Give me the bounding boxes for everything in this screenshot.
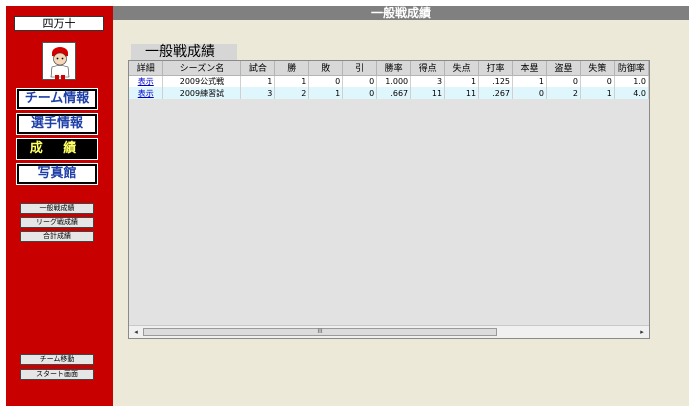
scroll-track[interactable]: III xyxy=(143,328,635,336)
horizontal-scrollbar[interactable]: ◂ III ▸ xyxy=(129,325,649,338)
nav-photo-gallery-button[interactable]: 写真館 xyxy=(16,163,98,185)
column-header[interactable]: 得点 xyxy=(410,61,446,76)
table-cell: 0 xyxy=(512,87,547,99)
column-header[interactable]: 勝率 xyxy=(376,61,412,76)
table-row: 表示 2009練習試 3 2 1 0 .667 11 11 .267 0 2 1… xyxy=(129,87,649,99)
column-header[interactable]: 防御率 xyxy=(614,61,649,76)
main-content: 一般戦成績 詳細 シーズン名 試合 勝 敗 引 勝率 得点 失点 打率 本塁 盗… xyxy=(113,20,689,406)
results-grid: 詳細 シーズン名 試合 勝 敗 引 勝率 得点 失点 打率 本塁 盗塁 失策 防… xyxy=(128,60,650,339)
player-avatar-icon xyxy=(42,42,76,80)
table-cell: 1 xyxy=(240,75,276,87)
table-cell: 1 xyxy=(512,75,547,87)
column-header[interactable]: 失点 xyxy=(444,61,480,76)
table-cell: 11 xyxy=(444,87,480,99)
table-cell: .267 xyxy=(478,87,514,99)
table-cell: 0 xyxy=(308,75,344,87)
app-window: 四万十 チーム情報 選手情報 成 績 写真館 一般戦成績 リーグ戦成績 合計成績… xyxy=(6,6,689,406)
table-cell: 3 xyxy=(240,87,276,99)
table-cell: 0 xyxy=(580,75,615,87)
page-title: 一般戦成績 xyxy=(370,6,431,20)
column-header[interactable]: 勝 xyxy=(274,61,310,76)
table-cell: 1 xyxy=(274,75,310,87)
team-move-button[interactable]: チーム移動 xyxy=(20,354,94,365)
column-header[interactable]: シーズン名 xyxy=(162,61,242,76)
table-header-row: 詳細 シーズン名 試合 勝 敗 引 勝率 得点 失点 打率 本塁 盗塁 失策 防… xyxy=(129,61,649,76)
table-cell: 4.0 xyxy=(614,87,649,99)
table-cell: 2 xyxy=(546,87,581,99)
column-header[interactable]: 失策 xyxy=(580,61,615,76)
start-screen-button[interactable]: スタート画面 xyxy=(20,369,94,380)
total-results-button[interactable]: 合計成績 xyxy=(20,231,94,242)
nav-results-button[interactable]: 成 績 xyxy=(16,138,98,160)
table-cell: 3 xyxy=(410,75,446,87)
table-cell: 0 xyxy=(342,75,378,87)
sidebar: 四万十 チーム情報 選手情報 成 績 写真館 一般戦成績 リーグ戦成績 合計成績… xyxy=(6,6,113,406)
season-name-cell: 2009練習試 xyxy=(162,87,242,99)
nav-team-info-button[interactable]: チーム情報 xyxy=(16,88,98,110)
table-cell: 0 xyxy=(342,87,378,99)
table-cell: 1 xyxy=(580,87,615,99)
detail-link[interactable]: 表示 xyxy=(129,87,164,99)
section-title: 一般戦成績 xyxy=(131,44,237,60)
general-results-button[interactable]: 一般戦成績 xyxy=(20,203,94,214)
table-cell: .125 xyxy=(478,75,514,87)
column-header[interactable]: 引 xyxy=(342,61,378,76)
scroll-right-arrow-icon[interactable]: ▸ xyxy=(637,326,647,338)
table-cell: 2 xyxy=(274,87,310,99)
column-header[interactable]: 盗塁 xyxy=(546,61,581,76)
table-row: 表示 2009公式戦 1 1 0 0 1.000 3 1 .125 1 0 0 … xyxy=(129,75,649,87)
column-header[interactable]: 試合 xyxy=(240,61,276,76)
results-table: 詳細 シーズン名 試合 勝 敗 引 勝率 得点 失点 打率 本塁 盗塁 失策 防… xyxy=(129,61,649,99)
league-results-button[interactable]: リーグ戦成績 xyxy=(20,217,94,228)
scroll-thumb[interactable]: III xyxy=(143,328,497,336)
table-cell: 1 xyxy=(444,75,480,87)
column-header[interactable]: 本塁 xyxy=(512,61,547,76)
season-name-cell: 2009公式戦 xyxy=(162,75,242,87)
column-header[interactable]: 敗 xyxy=(308,61,344,76)
table-cell: 1.000 xyxy=(376,75,412,87)
detail-link[interactable]: 表示 xyxy=(129,75,164,87)
column-header[interactable]: 詳細 xyxy=(129,61,164,76)
nav-player-info-button[interactable]: 選手情報 xyxy=(16,113,98,135)
column-header[interactable]: 打率 xyxy=(478,61,514,76)
table-cell: 1.0 xyxy=(614,75,649,87)
team-name-label: 四万十 xyxy=(14,16,104,31)
table-cell: 11 xyxy=(410,87,446,99)
title-bar: 一般戦成績 xyxy=(113,6,689,20)
table-cell: 0 xyxy=(546,75,581,87)
scroll-left-arrow-icon[interactable]: ◂ xyxy=(131,326,141,338)
table-cell: 1 xyxy=(308,87,344,99)
table-cell: .667 xyxy=(376,87,412,99)
